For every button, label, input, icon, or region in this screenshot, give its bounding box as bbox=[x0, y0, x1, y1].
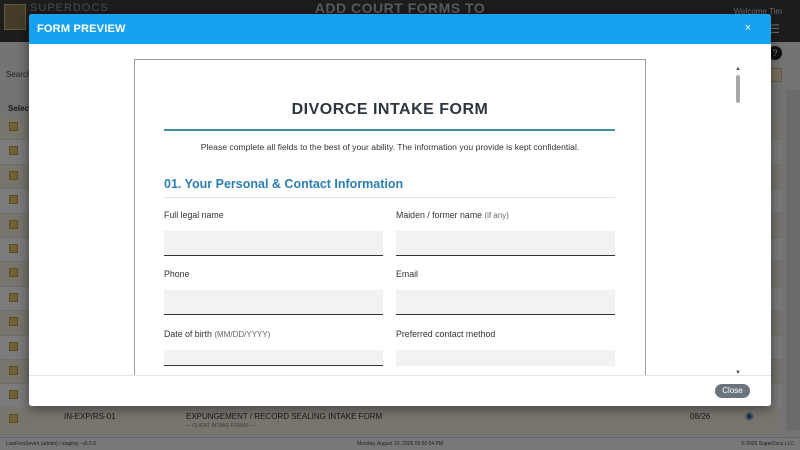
email-field[interactable] bbox=[396, 290, 615, 315]
modal-header: FORM PREVIEW × bbox=[29, 14, 771, 44]
close-button[interactable]: Close bbox=[715, 384, 750, 398]
preview-scrollbar[interactable]: ▲ ▼ bbox=[734, 66, 742, 378]
form-preview-modal: FORM PREVIEW × DIVORCE INTAKE FORM Pleas… bbox=[29, 14, 771, 406]
section-divider bbox=[164, 197, 615, 198]
section-heading: 01. Your Personal & Contact Information bbox=[164, 177, 404, 191]
form-intro: Please complete all fields to the best o… bbox=[200, 142, 580, 152]
maiden-name-label: Maiden / former name (if any) bbox=[396, 210, 509, 220]
title-divider bbox=[164, 129, 615, 131]
phone-label: Phone bbox=[164, 269, 190, 279]
form-document: DIVORCE INTAKE FORM Please complete all … bbox=[134, 59, 646, 379]
maiden-name-field[interactable] bbox=[396, 231, 615, 256]
full-name-field[interactable] bbox=[164, 231, 383, 256]
dob-field[interactable] bbox=[164, 350, 383, 366]
contact-method-label: Preferred contact method bbox=[396, 329, 496, 339]
scroll-up-arrow-icon[interactable]: ▲ bbox=[735, 66, 741, 72]
dob-hint: (MM/DD/YYYY) bbox=[214, 330, 271, 339]
dob-label: Date of birth (MM/DD/YYYY) bbox=[164, 329, 271, 339]
modal-body: DIVORCE INTAKE FORM Please complete all … bbox=[29, 44, 771, 379]
modal-title: FORM PREVIEW bbox=[37, 23, 126, 35]
maiden-name-hint: (if any) bbox=[484, 211, 509, 220]
scroll-thumb[interactable] bbox=[736, 75, 740, 103]
contact-method-field[interactable] bbox=[396, 350, 615, 366]
phone-field[interactable] bbox=[164, 290, 383, 315]
modal-footer: Close bbox=[29, 375, 771, 406]
email-label: Email bbox=[396, 269, 418, 279]
full-name-label: Full legal name bbox=[164, 210, 224, 220]
form-title: DIVORCE INTAKE FORM bbox=[291, 101, 489, 118]
close-icon[interactable]: × bbox=[745, 22, 751, 34]
